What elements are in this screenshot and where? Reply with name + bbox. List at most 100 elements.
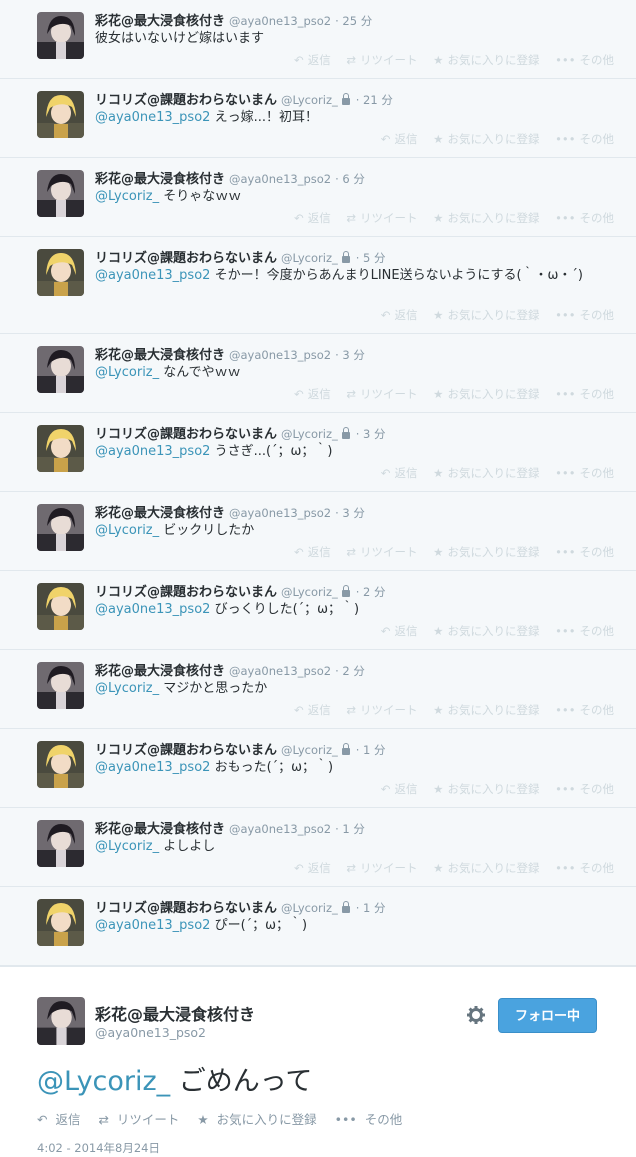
avatar[interactable] bbox=[37, 249, 84, 296]
avatar[interactable] bbox=[37, 425, 84, 472]
favorite-button[interactable]: ★ お気に入りに登録 bbox=[433, 53, 539, 67]
avatar[interactable] bbox=[37, 741, 84, 788]
retweet-button[interactable]: ⇄ リツイート bbox=[346, 53, 417, 67]
mention-link[interactable]: @Lycoriz_ bbox=[37, 1066, 170, 1097]
mention-link[interactable]: @Lycoriz_ bbox=[95, 681, 159, 696]
reply-button[interactable]: ↶ 返信 bbox=[294, 703, 331, 717]
favorite-button[interactable]: ★ お気に入りに登録 bbox=[433, 703, 539, 717]
mention-link[interactable]: @aya0ne13_pso2 bbox=[95, 602, 210, 617]
avatar[interactable] bbox=[37, 583, 84, 630]
retweet-button[interactable]: ⇄ リツイート bbox=[346, 387, 417, 401]
user-handle[interactable]: @aya0ne13_pso2 bbox=[229, 822, 331, 836]
tweet-item[interactable]: 彩花@最大浸食核付き @aya0ne13_pso2 · 25 分 彼女はいないけ… bbox=[0, 0, 636, 79]
tweet-item[interactable]: 彩花@最大浸食核付き @aya0ne13_pso2 · 1 分 @Lycoriz… bbox=[0, 808, 636, 887]
tweet-time[interactable]: · 1 分 bbox=[356, 901, 386, 915]
tweet-item[interactable]: リコリズ@課題おわらないまん @Lycoriz_ · 5 分 @aya0ne13… bbox=[0, 237, 636, 334]
avatar[interactable] bbox=[37, 662, 84, 709]
tweet-time[interactable]: · 3 分 bbox=[356, 427, 386, 441]
user-handle[interactable]: @aya0ne13_pso2 bbox=[95, 1025, 206, 1040]
mention-link[interactable]: @Lycoriz_ bbox=[95, 839, 159, 854]
more-button[interactable]: ••• その他 bbox=[555, 703, 614, 717]
more-button[interactable]: ••• その他 bbox=[335, 1112, 403, 1127]
mention-link[interactable]: @aya0ne13_pso2 bbox=[95, 110, 210, 125]
user-handle[interactable]: @aya0ne13_pso2 bbox=[229, 664, 331, 678]
avatar[interactable] bbox=[37, 820, 84, 867]
user-name[interactable]: 彩花@最大浸食核付き bbox=[95, 348, 225, 363]
reply-button[interactable]: ↶ 返信 bbox=[381, 308, 418, 322]
avatar[interactable] bbox=[37, 997, 85, 1045]
reply-button[interactable]: ↶ 返信 bbox=[381, 466, 418, 480]
reply-button[interactable]: ↶ 返信 bbox=[294, 53, 331, 67]
tweet-item[interactable]: 彩花@最大浸食核付き @aya0ne13_pso2 · 2 分 @Lycoriz… bbox=[0, 650, 636, 729]
tweet-time[interactable]: · 5 分 bbox=[356, 251, 386, 265]
more-button[interactable]: ••• その他 bbox=[555, 53, 614, 67]
reply-button[interactable]: ↶ 返信 bbox=[381, 132, 418, 146]
reply-button[interactable]: ↶ 返信 bbox=[294, 545, 331, 559]
user-name[interactable]: リコリズ@課題おわらないまん bbox=[95, 251, 277, 266]
user-handle[interactable]: @aya0ne13_pso2 bbox=[229, 172, 331, 186]
user-name[interactable]: 彩花@最大浸食核付き bbox=[95, 664, 225, 679]
tweet-item[interactable]: 彩花@最大浸食核付き @aya0ne13_pso2 · 3 分 @Lycoriz… bbox=[0, 334, 636, 413]
more-button[interactable]: ••• その他 bbox=[555, 308, 614, 322]
more-button[interactable]: ••• その他 bbox=[555, 387, 614, 401]
tweet-time[interactable]: · 6 分 bbox=[335, 172, 365, 186]
mention-link[interactable]: @Lycoriz_ bbox=[95, 365, 159, 380]
user-handle[interactable]: @Lycoriz_ bbox=[281, 251, 338, 265]
tweet-time[interactable]: · 2 分 bbox=[335, 664, 365, 678]
tweet-item[interactable]: 彩花@最大浸食核付き @aya0ne13_pso2 · 6 分 @Lycoriz… bbox=[0, 158, 636, 237]
retweet-button[interactable]: ⇄ リツイート bbox=[346, 861, 417, 875]
avatar[interactable] bbox=[37, 899, 84, 946]
more-button[interactable]: ••• その他 bbox=[555, 782, 614, 796]
user-name[interactable]: リコリズ@課題おわらないまん bbox=[95, 743, 277, 758]
tweet-item[interactable]: 彩花@最大浸食核付き @aya0ne13_pso2 · 3 分 @Lycoriz… bbox=[0, 492, 636, 571]
user-handle[interactable]: @aya0ne13_pso2 bbox=[229, 348, 331, 362]
tweet-item[interactable]: リコリズ@課題おわらないまん @Lycoriz_ · 3 分 @aya0ne13… bbox=[0, 413, 636, 492]
more-button[interactable]: ••• その他 bbox=[555, 861, 614, 875]
reply-button[interactable]: ↶ 返信 bbox=[381, 782, 418, 796]
user-name[interactable]: リコリズ@課題おわらないまん bbox=[95, 93, 277, 108]
user-name[interactable]: 彩花@最大浸食核付き bbox=[95, 506, 225, 521]
tweet-time[interactable]: · 3 分 bbox=[335, 348, 365, 362]
favorite-button[interactable]: ★ お気に入りに登録 bbox=[197, 1112, 316, 1127]
reply-button[interactable]: ↶ 返信 bbox=[294, 861, 331, 875]
retweet-button[interactable]: ⇄ リツイート bbox=[98, 1112, 179, 1127]
reply-button[interactable]: ↶ 返信 bbox=[294, 211, 331, 225]
reply-button[interactable]: ↶ 返信 bbox=[294, 387, 331, 401]
mention-link[interactable]: @aya0ne13_pso2 bbox=[95, 444, 210, 459]
user-handle[interactable]: @aya0ne13_pso2 bbox=[229, 506, 331, 520]
tweet-item[interactable]: リコリズ@課題おわらないまん @Lycoriz_ · 21 分 @aya0ne1… bbox=[0, 79, 636, 158]
more-button[interactable]: ••• その他 bbox=[555, 624, 614, 638]
user-name[interactable]: リコリズ@課題おわらないまん bbox=[95, 585, 277, 600]
user-name[interactable]: リコリズ@課題おわらないまん bbox=[95, 901, 277, 916]
user-name[interactable]: 彩花@最大浸食核付き bbox=[95, 14, 225, 29]
gear-icon[interactable] bbox=[466, 1005, 486, 1025]
avatar[interactable] bbox=[37, 170, 84, 217]
retweet-button[interactable]: ⇄ リツイート bbox=[346, 703, 417, 717]
favorite-button[interactable]: ★ お気に入りに登録 bbox=[433, 861, 539, 875]
avatar[interactable] bbox=[37, 91, 84, 138]
mention-link[interactable]: @aya0ne13_pso2 bbox=[95, 268, 210, 283]
more-button[interactable]: ••• その他 bbox=[555, 132, 614, 146]
favorite-button[interactable]: ★ お気に入りに登録 bbox=[433, 211, 539, 225]
user-handle[interactable]: @Lycoriz_ bbox=[281, 427, 338, 441]
mention-link[interactable]: @Lycoriz_ bbox=[95, 523, 159, 538]
more-button[interactable]: ••• その他 bbox=[555, 545, 614, 559]
retweet-button[interactable]: ⇄ リツイート bbox=[346, 545, 417, 559]
user-handle[interactable]: @Lycoriz_ bbox=[281, 901, 338, 915]
user-name[interactable]: 彩花@最大浸食核付き bbox=[95, 822, 225, 837]
tweet-time[interactable]: · 1 分 bbox=[335, 822, 365, 836]
user-name[interactable]: リコリズ@課題おわらないまん bbox=[95, 427, 277, 442]
user-handle[interactable]: @aya0ne13_pso2 bbox=[229, 14, 331, 28]
favorite-button[interactable]: ★ お気に入りに登録 bbox=[433, 132, 539, 146]
user-handle[interactable]: @Lycoriz_ bbox=[281, 585, 338, 599]
mention-link[interactable]: @aya0ne13_pso2 bbox=[95, 918, 210, 933]
tweet-time[interactable]: · 21 分 bbox=[356, 93, 393, 107]
reply-button[interactable]: ↶ 返信 bbox=[37, 1112, 80, 1127]
tweet-time[interactable]: · 3 分 bbox=[335, 506, 365, 520]
favorite-button[interactable]: ★ お気に入りに登録 bbox=[433, 466, 539, 480]
user-handle[interactable]: @Lycoriz_ bbox=[281, 93, 338, 107]
tweet-item[interactable]: リコリズ@課題おわらないまん @Lycoriz_ · 1 分 @aya0ne13… bbox=[0, 729, 636, 808]
reply-button[interactable]: ↶ 返信 bbox=[381, 624, 418, 638]
mention-link[interactable]: @aya0ne13_pso2 bbox=[95, 760, 210, 775]
favorite-button[interactable]: ★ お気に入りに登録 bbox=[433, 308, 539, 322]
